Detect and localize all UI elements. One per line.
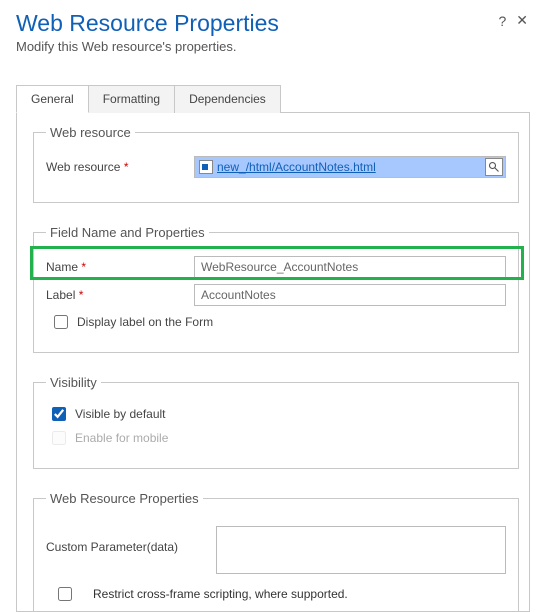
custom-param-input[interactable] xyxy=(216,526,506,574)
legend-wr-properties: Web Resource Properties xyxy=(46,491,203,506)
display-label-text[interactable]: Display label on the Form xyxy=(77,315,213,329)
restrict-xframe-text[interactable]: Restrict cross-frame scripting, where su… xyxy=(93,587,348,601)
group-web-resource: Web resource Web resource * new_/html/Ac… xyxy=(33,125,519,203)
visible-default-checkbox[interactable] xyxy=(52,407,66,421)
tab-panel-general: Web resource Web resource * new_/html/Ac… xyxy=(16,112,530,612)
label-name: Name * xyxy=(46,260,194,274)
dialog-title: Web Resource Properties xyxy=(16,10,526,37)
web-resource-lookup[interactable]: new_/html/AccountNotes.html xyxy=(194,156,506,178)
dialog-subtitle: Modify this Web resource's properties. xyxy=(16,39,526,54)
enable-mobile-text: Enable for mobile xyxy=(75,431,168,445)
label-custom-param: Custom Parameter(data) xyxy=(46,526,216,554)
tab-formatting[interactable]: Formatting xyxy=(89,85,175,113)
visible-default-text[interactable]: Visible by default xyxy=(75,407,166,421)
restrict-xframe-checkbox[interactable] xyxy=(58,587,72,601)
tab-general[interactable]: General xyxy=(16,85,89,113)
legend-web-resource: Web resource xyxy=(46,125,135,140)
legend-field-name: Field Name and Properties xyxy=(46,225,209,240)
label-input[interactable] xyxy=(194,284,506,306)
enable-mobile-checkbox xyxy=(52,431,66,445)
tab-strip: General Formatting Dependencies xyxy=(16,84,542,112)
web-resource-value[interactable]: new_/html/AccountNotes.html xyxy=(217,160,485,174)
close-icon[interactable]: ✕ xyxy=(516,12,528,29)
help-icon[interactable]: ? xyxy=(498,13,506,29)
group-field-name: Field Name and Properties Name * Label *… xyxy=(33,225,519,353)
label-web-resource: Web resource * xyxy=(46,160,194,174)
lookup-search-icon[interactable] xyxy=(485,158,503,176)
label-label: Label * xyxy=(46,288,194,302)
name-input[interactable] xyxy=(194,256,506,278)
group-wr-properties: Web Resource Properties Custom Parameter… xyxy=(33,491,519,612)
legend-visibility: Visibility xyxy=(46,375,101,390)
tab-dependencies[interactable]: Dependencies xyxy=(175,85,281,113)
file-icon xyxy=(199,160,213,174)
group-visibility: Visibility Visible by default Enable for… xyxy=(33,375,519,469)
display-label-checkbox[interactable] xyxy=(54,315,68,329)
